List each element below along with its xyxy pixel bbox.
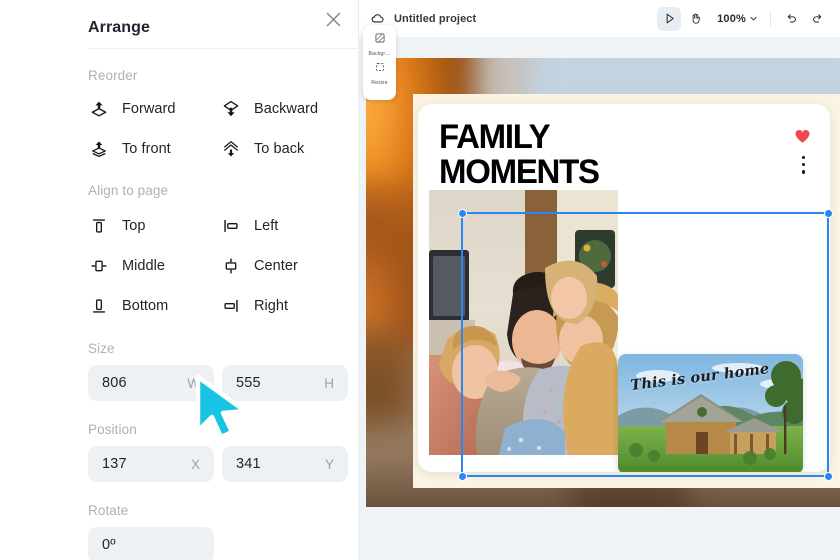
align-left-button[interactable]: Left: [220, 215, 278, 237]
align-center-icon: [220, 255, 242, 277]
width-input[interactable]: 806 W: [88, 365, 214, 401]
card-title-line-2: MOMENTS: [439, 153, 600, 191]
align-middle-label: Middle: [122, 258, 166, 274]
section-label-align: Align to page: [88, 183, 169, 198]
send-to-back-icon: [220, 138, 242, 160]
position-y-input[interactable]: 341 Y: [222, 446, 348, 482]
design-card[interactable]: FAMILY MOMENTS This is our home: [418, 104, 830, 472]
align-right-label: Right: [254, 298, 289, 314]
editor-tools: 100%: [657, 0, 829, 37]
arrange-panel: Arrange Reorder Forward Backward To fron…: [0, 0, 359, 560]
chevron-down-icon: [749, 10, 758, 28]
background-icon: [374, 31, 386, 49]
reorder-backward-label: Backward: [254, 101, 319, 117]
header-divider: [88, 48, 358, 49]
align-middle-icon: [88, 255, 110, 277]
card-title-line-1: FAMILY: [439, 118, 551, 156]
page-title: Arrange: [88, 19, 151, 36]
bring-to-front-icon: [88, 138, 110, 160]
position-x-input[interactable]: 137 X: [88, 446, 214, 482]
card-title: FAMILY MOMENTS: [439, 118, 600, 191]
align-top-button[interactable]: Top: [88, 215, 146, 237]
resize-tool-button[interactable]: Resize: [363, 60, 396, 86]
zoom-value: 100%: [717, 12, 746, 25]
section-label-reorder: Reorder: [88, 68, 138, 83]
family-photo[interactable]: [429, 190, 618, 455]
align-right-icon: [220, 295, 242, 317]
align-right-button[interactable]: Right: [220, 295, 288, 317]
section-label-size: Size: [88, 341, 115, 356]
home-photo[interactable]: This is our home: [618, 354, 803, 472]
background-tool-label: Backgr…: [368, 51, 391, 57]
resize-icon: [374, 60, 386, 78]
reorder-forward-label: Forward: [122, 101, 176, 117]
reorder-backward-button[interactable]: Backward: [220, 98, 318, 120]
project-name[interactable]: Untitled project: [394, 13, 476, 25]
canvas-wrapper: FAMILY MOMENTS This is our home: [359, 37, 840, 560]
send-backward-icon: [220, 98, 242, 120]
close-icon[interactable]: [320, 6, 346, 32]
section-label-rotate: Rotate: [88, 503, 129, 518]
resize-tool-label: Resize: [371, 80, 388, 86]
width-unit: W: [187, 375, 200, 391]
cursor-tool-icon[interactable]: [657, 6, 682, 31]
align-center-label: Center: [254, 258, 298, 274]
position-x-unit: X: [190, 456, 200, 472]
background-tool-button[interactable]: Backgr…: [363, 31, 396, 57]
height-input[interactable]: 555 H: [222, 365, 348, 401]
height-unit: H: [324, 375, 334, 391]
editor-area: Untitled project 100% FAMILY MOMENTS Thi…: [359, 0, 840, 560]
align-middle-button[interactable]: Middle: [88, 255, 165, 277]
rotate-input[interactable]: 0º: [88, 527, 214, 560]
toolbar-divider: [770, 11, 771, 26]
align-top-label: Top: [122, 218, 146, 234]
reorder-to-front-button[interactable]: To front: [88, 138, 171, 160]
panel-header: Arrange: [88, 10, 344, 46]
undo-icon[interactable]: [779, 7, 803, 31]
editor-topbar: Untitled project 100%: [359, 0, 840, 37]
align-top-icon: [88, 215, 110, 237]
align-bottom-icon: [88, 295, 110, 317]
heart-icon[interactable]: [794, 128, 811, 145]
align-left-label: Left: [254, 218, 279, 234]
height-value: 555: [236, 375, 261, 391]
align-bottom-button[interactable]: Bottom: [88, 295, 168, 317]
section-label-position: Position: [88, 422, 137, 437]
reorder-to-front-label: To front: [122, 141, 171, 157]
app-root: Arrange Reorder Forward Backward To fron…: [0, 0, 840, 560]
reorder-to-back-button[interactable]: To back: [220, 138, 304, 160]
bring-forward-icon: [88, 98, 110, 120]
redo-icon[interactable]: [805, 7, 829, 31]
reorder-to-back-label: To back: [254, 141, 305, 157]
rotate-value: 0º: [102, 537, 116, 553]
cloud-icon: [370, 11, 385, 26]
floating-minibar: Backgr… Resize: [363, 25, 396, 100]
position-y-value: 341: [236, 456, 261, 472]
align-bottom-label: Bottom: [122, 298, 169, 314]
align-left-icon: [220, 215, 242, 237]
position-y-unit: Y: [324, 456, 334, 472]
reorder-forward-button[interactable]: Forward: [88, 98, 176, 120]
width-value: 806: [102, 375, 127, 391]
kebab-menu-icon[interactable]: [801, 156, 805, 174]
hand-tool-icon[interactable]: [683, 7, 707, 31]
align-center-button[interactable]: Center: [220, 255, 298, 277]
position-x-value: 137: [102, 456, 127, 472]
design-canvas[interactable]: FAMILY MOMENTS This is our home: [366, 58, 840, 507]
zoom-control[interactable]: 100%: [709, 10, 762, 28]
